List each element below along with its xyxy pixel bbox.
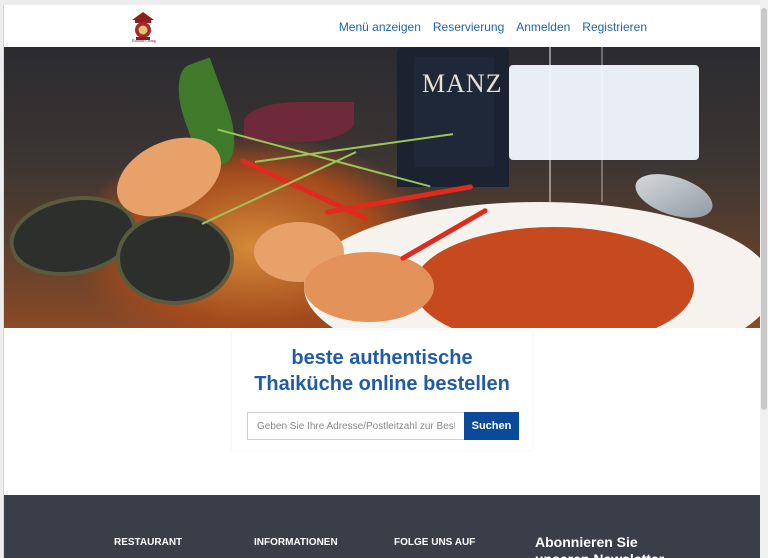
site-footer: RESTAURANT INFORMATIONEN FOLGE UNS AUF A… (4, 495, 761, 558)
nav-menu-link[interactable]: Menü anzeigen (339, 20, 421, 34)
nav-register-link[interactable]: Registrieren (582, 20, 647, 34)
site-header: Buddha Chang Menü anzeigen Reservierung … (4, 5, 761, 47)
chili-strip (239, 157, 369, 222)
footer-heading-restaurant: RESTAURANT (114, 537, 183, 548)
shrimp (304, 252, 434, 322)
order-headline-line2: Thaiküche online bestellen (254, 373, 510, 395)
hero-food-image: MANZ (4, 47, 761, 328)
nav-login-link[interactable]: Anmelden (516, 20, 570, 34)
main-nav: Menü anzeigen Reservierung Anmelden Regi… (339, 20, 647, 34)
mussel (116, 212, 234, 305)
footer-newsletter-heading: Abonnieren Sie unseren Newsletter (535, 534, 664, 558)
footer-heading-follow: FOLGE UNS AUF (394, 537, 476, 548)
nav-reservation-link[interactable]: Reservierung (433, 20, 504, 34)
page-scrollbar[interactable] (760, 0, 768, 558)
order-search-panel: beste authentische Thaiküche online best… (232, 330, 532, 450)
search-button[interactable]: Suchen (464, 412, 519, 440)
logo-text: Buddha Chang (132, 38, 156, 43)
address-search-input[interactable] (247, 412, 464, 440)
scrollbar-thumb[interactable] (761, 8, 767, 410)
wine-bottle-brand: MANZ (422, 69, 503, 98)
order-headline: beste authentische Thaiküche online best… (232, 345, 532, 397)
wine-glass (549, 47, 603, 202)
address-search-form: Suchen (247, 412, 519, 440)
table-cloth (509, 65, 699, 160)
red-leaf (244, 102, 354, 142)
order-headline-line1: beste authentische (291, 347, 473, 369)
browser-viewport: Buddha Chang Menü anzeigen Reservierung … (3, 5, 761, 558)
footer-heading-information: INFORMATIONEN (254, 537, 338, 548)
